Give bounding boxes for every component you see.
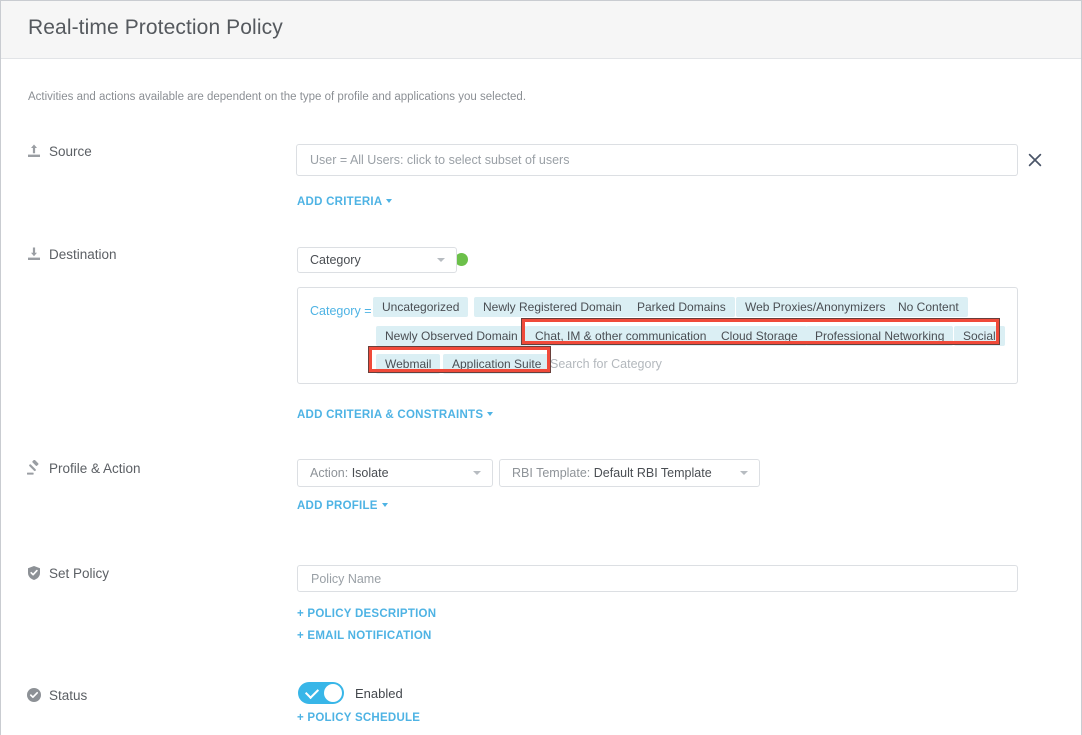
section-label-set-policy: Set Policy	[26, 565, 109, 581]
chip-professional-networking[interactable]: Professional Networking	[806, 326, 953, 346]
toggle-knob	[324, 684, 342, 702]
real-time-protection-policy-page: Real-time Protection Policy Activities a…	[0, 0, 1082, 735]
shield-check-icon	[26, 565, 42, 581]
section-label-source-text: Source	[49, 144, 92, 159]
email-notification-button[interactable]: + EMAIL NOTIFICATION	[297, 630, 432, 642]
add-criteria-source-button[interactable]: ADD CRITERIA	[297, 196, 392, 208]
chip-cloud-storage[interactable]: Cloud Storage	[712, 326, 807, 346]
destination-type-value: Category	[310, 253, 361, 267]
action-prefix: Action:	[310, 466, 348, 480]
card-border-left	[0, 0, 1, 735]
chevron-down-icon	[487, 412, 493, 416]
chevron-down-icon	[473, 471, 481, 475]
section-label-profile-action-text: Profile & Action	[49, 461, 141, 476]
destination-type-select[interactable]: Category	[297, 247, 457, 273]
gavel-icon	[26, 460, 42, 476]
status-toggle[interactable]	[298, 682, 344, 704]
chip-web-proxies-anonymizers[interactable]: Web Proxies/Anonymizers	[736, 297, 895, 317]
check-circle-icon	[26, 687, 42, 703]
section-label-destination-text: Destination	[49, 247, 117, 262]
chip-no-content[interactable]: No Content	[889, 297, 968, 317]
chip-chat-im-other-communication[interactable]: Chat, IM & other communication	[526, 326, 715, 346]
policy-description-button[interactable]: + POLICY DESCRIPTION	[297, 608, 436, 620]
check-icon	[305, 685, 319, 699]
chip-social[interactable]: Social	[954, 326, 1005, 346]
criteria-prefix: Category =	[310, 304, 372, 318]
add-profile-label: ADD PROFILE	[297, 500, 378, 512]
source-user-placeholder: User = All Users: click to select subset…	[310, 153, 569, 167]
chevron-down-icon	[740, 471, 748, 475]
policy-schedule-button[interactable]: + POLICY SCHEDULE	[297, 712, 420, 724]
add-criteria-constraints-label: ADD CRITERIA & CONSTRAINTS	[297, 409, 483, 421]
chip-uncategorized[interactable]: Uncategorized	[373, 297, 468, 317]
page-title: Real-time Protection Policy	[28, 16, 283, 40]
section-label-set-policy-text: Set Policy	[49, 566, 109, 581]
section-label-destination: Destination	[26, 246, 117, 262]
rbi-template-select[interactable]: RBI Template: Default RBI Template	[499, 459, 760, 487]
section-label-status-text: Status	[49, 688, 87, 703]
rbi-prefix: RBI Template:	[512, 466, 590, 480]
rbi-template-select-text: RBI Template: Default RBI Template	[512, 466, 712, 480]
chevron-down-icon	[382, 503, 388, 507]
add-criteria-source-label: ADD CRITERIA	[297, 196, 382, 208]
rbi-value: Default RBI Template	[594, 466, 712, 480]
section-label-source: Source	[26, 143, 92, 159]
action-select[interactable]: Action: Isolate	[297, 459, 493, 487]
destination-criteria-panel[interactable]: Category = Uncategorized Newly Registere…	[297, 287, 1018, 384]
chip-webmail[interactable]: Webmail	[376, 354, 440, 374]
chevron-down-icon	[386, 199, 392, 203]
upload-icon	[26, 143, 42, 159]
action-value: Isolate	[352, 466, 389, 480]
page-subtitle: Activities and actions available are dep…	[28, 91, 526, 103]
section-label-status: Status	[26, 687, 87, 703]
add-profile-button[interactable]: ADD PROFILE	[297, 500, 388, 512]
add-criteria-constraints-button[interactable]: ADD CRITERIA & CONSTRAINTS	[297, 409, 493, 421]
chip-newly-observed-domain[interactable]: Newly Observed Domain	[376, 326, 527, 346]
close-icon[interactable]	[1026, 151, 1044, 169]
page-header: Real-time Protection Policy	[1, 1, 1081, 59]
policy-name-input[interactable]: Policy Name	[297, 565, 1018, 592]
source-user-field[interactable]: User = All Users: click to select subset…	[296, 144, 1018, 176]
action-select-text: Action: Isolate	[310, 466, 389, 480]
chevron-down-icon	[437, 258, 445, 262]
policy-name-placeholder: Policy Name	[311, 572, 381, 586]
chip-parked-domains[interactable]: Parked Domains	[628, 297, 735, 317]
section-label-profile-action: Profile & Action	[26, 460, 141, 476]
download-icon	[26, 246, 42, 262]
category-search-placeholder[interactable]: Search for Category	[550, 357, 662, 371]
chip-newly-registered-domain[interactable]: Newly Registered Domain	[474, 297, 631, 317]
chip-application-suite[interactable]: Application Suite	[443, 354, 550, 374]
status-toggle-label: Enabled	[355, 686, 403, 701]
